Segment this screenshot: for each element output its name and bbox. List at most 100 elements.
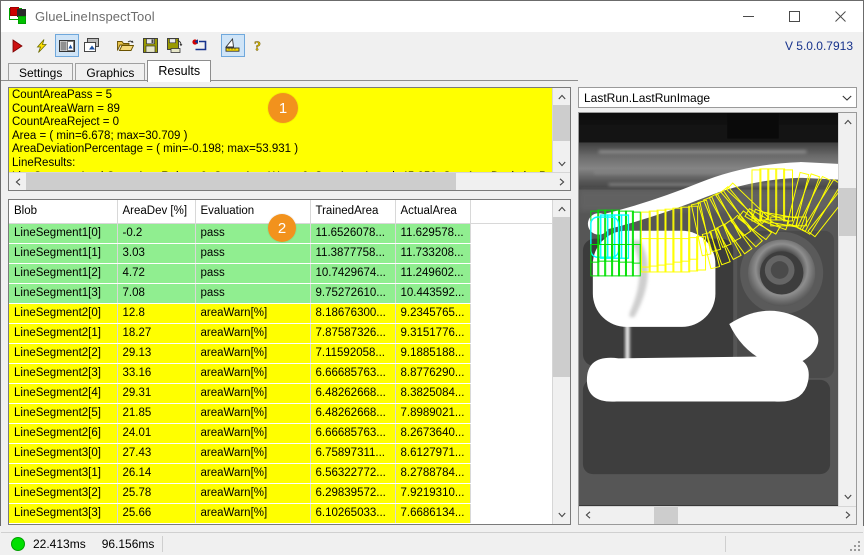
- table-row[interactable]: LineSegment2[2] 29.13 areaWarn[%] 7.1159…: [9, 343, 552, 364]
- cell-trainedarea: 11.6526078...: [310, 223, 396, 244]
- grid-vertical-scrollbar[interactable]: [552, 200, 570, 524]
- grid-scroll-track[interactable]: [553, 217, 570, 507]
- scroll-up-icon[interactable]: [553, 88, 570, 105]
- inspection-image-canvas[interactable]: [579, 113, 838, 506]
- scroll-left-icon[interactable]: [9, 173, 26, 190]
- cell-blob: LineSegment3[3]: [9, 503, 118, 524]
- results-horizontal-scrollbar[interactable]: [9, 172, 570, 190]
- copy-image-button[interactable]: [80, 34, 104, 57]
- scroll-left-icon[interactable]: [579, 507, 596, 524]
- cell-actualarea: 8.2673640...: [395, 423, 471, 444]
- table-row[interactable]: LineSegment1[1] 3.03 pass 11.3877758... …: [9, 243, 552, 264]
- results-hscroll-track[interactable]: [26, 173, 553, 190]
- cell-actualarea: 8.8776290...: [395, 363, 471, 384]
- image-horizontal-scrollbar[interactable]: [579, 505, 856, 524]
- cell-evaluation: areaWarn[%]: [195, 443, 311, 464]
- results-pane: CountAreaPass = 5 CountAreaWarn = 89 Cou…: [1, 80, 578, 532]
- cell-evaluation: areaWarn[%]: [195, 403, 311, 424]
- save-as-button[interactable]: [163, 34, 187, 57]
- cell-trainedarea: 7.11592058...: [310, 343, 396, 364]
- cell-evaluation: areaWarn[%]: [195, 363, 311, 384]
- grid-scroll-thumb[interactable]: [553, 217, 570, 377]
- cell-trainedarea: 11.3877758...: [310, 243, 396, 264]
- table-row[interactable]: LineSegment1[2] 4.72 pass 10.7429674... …: [9, 263, 552, 284]
- show-image-button[interactable]: [55, 34, 79, 57]
- image-pane: LastRun.LastRunImage: [578, 81, 863, 532]
- column-header-trainedarea[interactable]: TrainedArea: [310, 200, 396, 224]
- version-label: V 5.0.0.7913: [784, 38, 853, 53]
- cell-filler: [470, 303, 552, 324]
- table-row[interactable]: LineSegment3[3] 25.66 areaWarn[%] 6.1026…: [9, 503, 552, 524]
- table-row[interactable]: LineSegment2[4] 29.31 areaWarn[%] 6.4826…: [9, 383, 552, 404]
- help-button[interactable]: ?: [246, 34, 270, 57]
- results-scroll-thumb[interactable]: [553, 105, 570, 141]
- table-row[interactable]: LineSegment2[0] 12.8 areaWarn[%] 8.18676…: [9, 303, 552, 324]
- column-header-filler[interactable]: [470, 200, 552, 224]
- open-button[interactable]: [113, 34, 137, 57]
- scroll-right-icon[interactable]: [553, 173, 570, 190]
- toolbar: ? V 5.0.0.7913: [1, 32, 863, 59]
- blob-results-table[interactable]: Blob AreaDev [%] Evaluation TrainedArea …: [8, 199, 571, 525]
- minimize-button[interactable]: [725, 1, 771, 31]
- results-vertical-scrollbar[interactable]: [552, 88, 570, 172]
- measure-tool-button[interactable]: [221, 34, 245, 57]
- trigger-button[interactable]: [30, 34, 54, 57]
- application-window: GlueLineInspectTool ? V 5.0.0.7913 Setti…: [0, 0, 864, 555]
- column-header-actualarea[interactable]: ActualArea: [395, 200, 471, 224]
- run-button[interactable]: [5, 34, 29, 57]
- table-row[interactable]: LineSegment3[2] 25.78 areaWarn[%] 6.2983…: [9, 483, 552, 504]
- table-row[interactable]: LineSegment2[5] 21.85 areaWarn[%] 6.4826…: [9, 403, 552, 424]
- green-status-led: [11, 536, 25, 551]
- scroll-down-icon[interactable]: [839, 489, 856, 506]
- inspection-overlay: [579, 113, 838, 506]
- app-logo-icon: [9, 7, 27, 25]
- table-row[interactable]: LineSegment3[1] 26.14 areaWarn[%] 6.5632…: [9, 463, 552, 484]
- results-hscroll-thumb[interactable]: [26, 173, 456, 190]
- cell-evaluation: areaWarn[%]: [195, 483, 311, 504]
- close-button[interactable]: [817, 1, 863, 31]
- cell-evaluation: areaWarn[%]: [195, 323, 311, 344]
- column-header-areadev[interactable]: AreaDev [%]: [117, 200, 196, 224]
- image-scroll-track[interactable]: [839, 130, 856, 489]
- scroll-up-icon[interactable]: [553, 200, 570, 217]
- column-header-blob[interactable]: Blob: [9, 200, 118, 224]
- cell-blob: LineSegment1[3]: [9, 283, 118, 304]
- table-row[interactable]: LineSegment2[6] 24.01 areaWarn[%] 6.6668…: [9, 423, 552, 444]
- reset-button[interactable]: [188, 34, 212, 57]
- cell-evaluation: pass: [195, 283, 311, 304]
- chevron-down-icon[interactable]: [838, 88, 856, 107]
- cell-trainedarea: 6.56322772...: [310, 463, 396, 484]
- cell-areadev: 25.66: [117, 503, 196, 524]
- cell-trainedarea: 10.7429674...: [310, 263, 396, 284]
- save-button[interactable]: [138, 34, 162, 57]
- scroll-down-icon[interactable]: [553, 155, 570, 172]
- status-bar: 22.413ms 96.156ms: [1, 531, 863, 555]
- cell-filler: [470, 263, 552, 284]
- scroll-up-icon[interactable]: [839, 113, 856, 130]
- results-text-box[interactable]: CountAreaPass = 5 CountAreaWarn = 89 Cou…: [8, 87, 571, 191]
- cell-filler: [470, 243, 552, 264]
- image-scroll-thumb[interactable]: [839, 188, 856, 236]
- table-row[interactable]: LineSegment3[0] 27.43 areaWarn[%] 6.7589…: [9, 443, 552, 464]
- results-scroll-track[interactable]: [553, 105, 570, 155]
- status-time-2: 96.156ms: [101, 536, 155, 551]
- cell-areadev: 4.72: [117, 263, 196, 284]
- cell-filler: [470, 383, 552, 404]
- cell-filler: [470, 323, 552, 344]
- cell-actualarea: 7.6686134...: [395, 503, 471, 524]
- table-row[interactable]: LineSegment1[3] 7.08 pass 9.75272610... …: [9, 283, 552, 304]
- table-row[interactable]: LineSegment2[1] 18.27 areaWarn[%] 7.8758…: [9, 323, 552, 344]
- maximize-button[interactable]: [771, 1, 817, 31]
- cell-blob: LineSegment2[0]: [9, 303, 118, 324]
- image-vertical-scrollbar[interactable]: [838, 113, 856, 506]
- image-hscroll-track[interactable]: [596, 506, 839, 524]
- tab-results[interactable]: Results: [147, 60, 212, 82]
- image-hscroll-thumb[interactable]: [654, 506, 678, 524]
- image-source-dropdown[interactable]: LastRun.LastRunImage: [578, 87, 857, 108]
- resize-grip-icon[interactable]: [846, 537, 860, 551]
- table-row[interactable]: LineSegment2[3] 33.16 areaWarn[%] 6.6668…: [9, 363, 552, 384]
- status-time-1: 22.413ms: [33, 536, 86, 551]
- image-viewer[interactable]: [578, 112, 857, 525]
- scroll-down-icon[interactable]: [553, 507, 570, 524]
- scroll-right-icon[interactable]: [839, 507, 856, 524]
